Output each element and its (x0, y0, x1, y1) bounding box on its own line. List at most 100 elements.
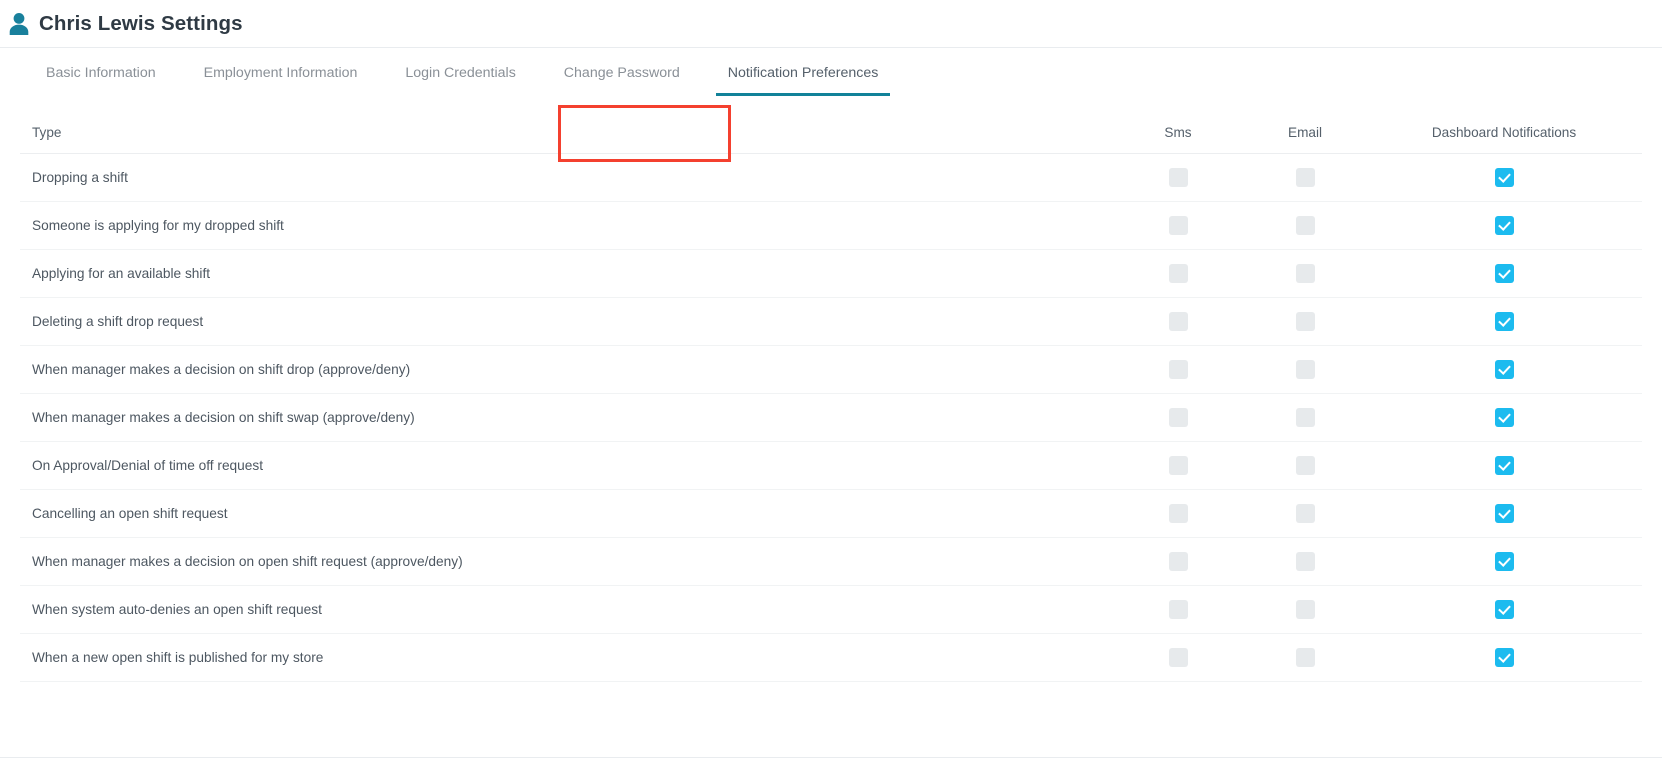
cell-sms (1112, 345, 1244, 394)
cell-sms (1112, 633, 1244, 682)
notification-preferences-table-container: Type Sms Email Dashboard Notifications D… (0, 111, 1662, 682)
table-row: When a new open shift is published for m… (20, 633, 1642, 682)
tab-basic-information[interactable]: Basic Information (22, 48, 180, 96)
email-checkbox[interactable] (1295, 312, 1315, 331)
table-row: Applying for an available shift (20, 249, 1642, 298)
cell-dashboard (1366, 153, 1642, 202)
tab-label: Change Password (563, 65, 680, 81)
email-checkbox[interactable] (1295, 504, 1315, 523)
cell-sms (1112, 489, 1244, 538)
tab-label: Basic Information (46, 65, 156, 81)
active-tab-underline (715, 93, 891, 97)
settings-tabs: Basic Information Employment Information… (0, 48, 1662, 162)
cell-email (1244, 345, 1366, 394)
user-icon (9, 12, 29, 35)
notification-preferences-table: Type Sms Email Dashboard Notifications D… (20, 111, 1642, 682)
email-checkbox[interactable] (1295, 456, 1315, 475)
table-row: When manager makes a decision on shift s… (20, 393, 1642, 442)
table-row: Someone is applying for my dropped shift (20, 201, 1642, 250)
dashboard-checkbox[interactable] (1494, 168, 1514, 187)
tab-change-password[interactable]: Change Password (540, 48, 704, 96)
email-checkbox[interactable] (1295, 360, 1315, 379)
column-header-type: Type (20, 111, 1112, 154)
email-checkbox[interactable] (1295, 552, 1315, 571)
dashboard-checkbox[interactable] (1494, 552, 1514, 571)
sms-checkbox[interactable] (1168, 408, 1188, 427)
tab-notification-preferences[interactable]: Notification Preferences (704, 48, 903, 97)
page-footer (0, 757, 1662, 769)
dashboard-checkbox[interactable] (1494, 600, 1514, 619)
cell-email (1244, 441, 1366, 490)
email-checkbox[interactable] (1295, 264, 1315, 283)
dashboard-checkbox[interactable] (1494, 504, 1514, 523)
cell-dashboard (1366, 249, 1642, 298)
dashboard-checkbox[interactable] (1494, 312, 1514, 331)
cell-dashboard (1366, 201, 1642, 250)
tab-employment-information[interactable]: Employment Information (180, 48, 382, 96)
email-checkbox[interactable] (1295, 168, 1315, 187)
dashboard-checkbox[interactable] (1494, 216, 1514, 235)
cell-email (1244, 297, 1366, 346)
tab-label: Login Credentials (405, 65, 516, 81)
sms-checkbox[interactable] (1168, 648, 1188, 667)
table-header: Type Sms Email Dashboard Notifications (20, 111, 1642, 154)
cell-sms (1112, 297, 1244, 346)
cell-sms (1112, 393, 1244, 442)
cell-email (1244, 201, 1366, 250)
cell-email (1244, 153, 1366, 202)
sms-checkbox[interactable] (1168, 264, 1188, 283)
cell-sms (1112, 153, 1244, 202)
cell-sms (1112, 441, 1244, 490)
page-title: Chris Lewis Settings (39, 11, 243, 35)
sms-checkbox[interactable] (1168, 552, 1188, 571)
email-checkbox[interactable] (1295, 216, 1315, 235)
cell-dashboard (1366, 537, 1642, 586)
column-header-email: Email (1244, 111, 1366, 154)
row-label: On Approval/Denial of time off request (20, 441, 1112, 490)
tab-label: Notification Preferences (727, 65, 879, 81)
dashboard-checkbox[interactable] (1494, 360, 1514, 379)
sms-checkbox[interactable] (1168, 168, 1188, 187)
table-row: When system auto-denies an open shift re… (20, 585, 1642, 634)
cell-dashboard (1366, 441, 1642, 490)
row-label: When a new open shift is published for m… (20, 633, 1112, 682)
column-header-dashboard: Dashboard Notifications (1366, 111, 1642, 154)
table-row: Cancelling an open shift request (20, 489, 1642, 538)
cell-email (1244, 585, 1366, 634)
cell-dashboard (1366, 297, 1642, 346)
cell-dashboard (1366, 489, 1642, 538)
table-body: Dropping a shift Someone is applying for… (20, 153, 1642, 682)
sms-checkbox[interactable] (1168, 312, 1188, 331)
email-checkbox[interactable] (1295, 600, 1315, 619)
row-label: When manager makes a decision on shift s… (20, 393, 1112, 442)
sms-checkbox[interactable] (1168, 456, 1188, 475)
cell-sms (1112, 537, 1244, 586)
cell-dashboard (1366, 345, 1642, 394)
sms-checkbox[interactable] (1168, 360, 1188, 379)
cell-email (1244, 249, 1366, 298)
dashboard-checkbox[interactable] (1494, 408, 1514, 427)
table-row: Dropping a shift (20, 153, 1642, 202)
cell-dashboard (1366, 585, 1642, 634)
cell-email (1244, 393, 1366, 442)
cell-sms (1112, 201, 1244, 250)
table-row: When manager makes a decision on shift d… (20, 345, 1642, 394)
tab-label: Employment Information (203, 65, 358, 81)
sms-checkbox[interactable] (1168, 600, 1188, 619)
column-header-sms: Sms (1112, 111, 1244, 154)
cell-email (1244, 537, 1366, 586)
cell-sms (1112, 585, 1244, 634)
row-label: Applying for an available shift (20, 249, 1112, 298)
tab-login-credentials[interactable]: Login Credentials (381, 48, 539, 96)
sms-checkbox[interactable] (1168, 216, 1188, 235)
row-label: Cancelling an open shift request (20, 489, 1112, 538)
row-label: When manager makes a decision on shift d… (20, 345, 1112, 394)
dashboard-checkbox[interactable] (1494, 456, 1514, 475)
dashboard-checkbox[interactable] (1494, 648, 1514, 667)
dashboard-checkbox[interactable] (1494, 264, 1514, 283)
cell-dashboard (1366, 633, 1642, 682)
table-row: When manager makes a decision on open sh… (20, 537, 1642, 586)
email-checkbox[interactable] (1295, 408, 1315, 427)
email-checkbox[interactable] (1295, 648, 1315, 667)
sms-checkbox[interactable] (1168, 504, 1188, 523)
